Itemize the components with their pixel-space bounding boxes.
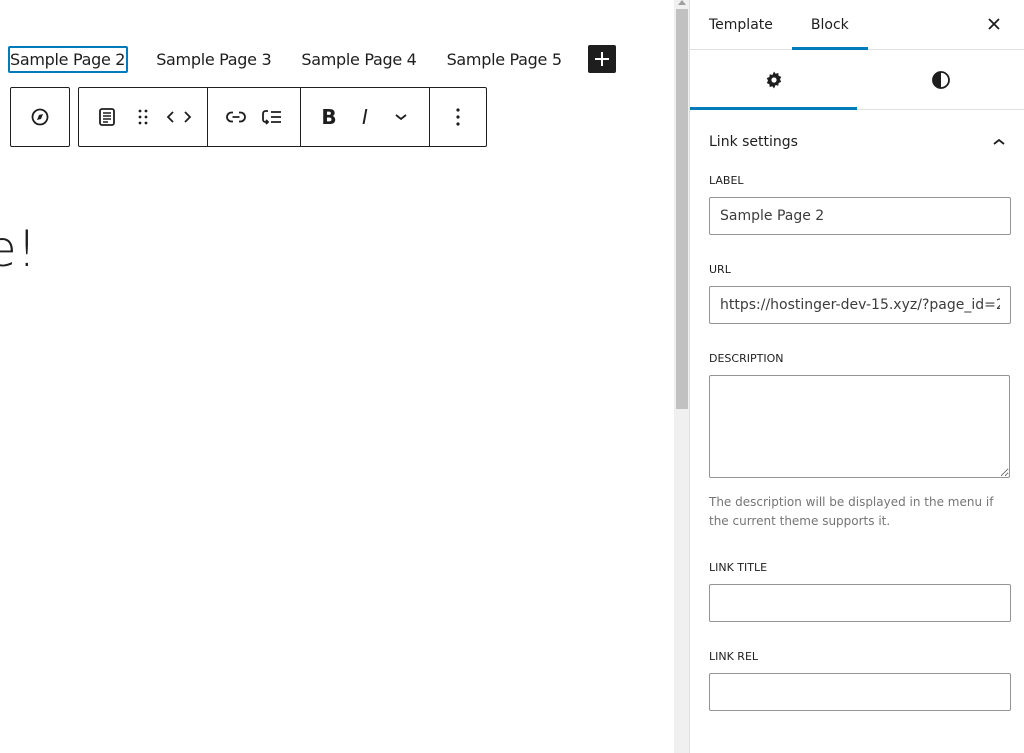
description-help-text: The description will be displayed in the… (709, 495, 994, 529)
link-rel-field-label: LINK REL (709, 650, 759, 664)
plus-icon (594, 52, 609, 66)
compass-icon (31, 108, 49, 126)
description-field-label: DESCRIPTION (709, 352, 784, 365)
toolbar-group-navigation (10, 87, 70, 147)
url-input[interactable] (709, 286, 1011, 324)
label-input[interactable] (709, 197, 1011, 235)
toolbar-section-format: B I (301, 88, 430, 146)
link-settings-toggle[interactable]: Link settings (690, 110, 1024, 174)
scroll-up-arrow-icon[interactable] (678, 0, 686, 5)
italic-button[interactable]: I (347, 99, 383, 135)
toolbar-section-options (430, 88, 486, 146)
toolbar-group-main: B I (78, 87, 487, 147)
canvas-scrollbar[interactable] (674, 0, 690, 753)
italic-icon: I (362, 105, 368, 129)
sidebar-subtabs (690, 50, 1024, 110)
toolbar-section-block (79, 88, 208, 146)
description-field: DESCRIPTION The description will be disp… (709, 352, 1012, 531)
add-block-button[interactable] (587, 45, 616, 73)
label-field: LABEL (709, 174, 1012, 235)
subtab-settings[interactable] (690, 50, 857, 110)
subtab-styles[interactable] (857, 50, 1024, 109)
tab-block[interactable]: Block (791, 0, 868, 50)
chevron-down-icon (395, 114, 407, 121)
nav-item-sample-page-4[interactable]: Sample Page 4 (299, 50, 418, 69)
nav-item-sample-page-2[interactable]: Sample Page 2 (8, 45, 129, 73)
panel-body: LABEL URL DESCRIPTION The description wi… (690, 174, 1024, 712)
link-rel-input[interactable] (709, 673, 1011, 712)
scrollbar-thumb[interactable] (676, 9, 688, 409)
sidebar-tabs: Template Block (690, 0, 1024, 50)
settings-sidebar: Template Block Link settings LABEL Sampl… (690, 0, 1024, 753)
move-button[interactable] (161, 99, 197, 135)
url-field-label: URL (709, 263, 731, 276)
block-type-button[interactable] (89, 99, 125, 135)
link-icon (226, 111, 246, 123)
more-formatting-button[interactable] (383, 99, 419, 135)
toolbar-section-link (208, 88, 301, 146)
tab-template[interactable]: Template (690, 0, 792, 49)
nav-item-sample-page-3[interactable]: Sample Page 3 (154, 50, 273, 69)
navigation-button[interactable] (22, 99, 58, 135)
page-icon (99, 108, 115, 126)
bold-button[interactable]: B (311, 99, 347, 135)
link-button[interactable] (218, 99, 254, 135)
block-toolbar: B I (10, 87, 487, 147)
link-settings-panel: Link settings LABEL URL DESCRIPTION The … (690, 110, 1024, 712)
drag-handle-button[interactable] (125, 99, 161, 135)
add-submenu-icon (262, 110, 281, 125)
link-rel-field: LINK REL (709, 650, 1012, 712)
gear-icon (766, 71, 781, 88)
close-sidebar-button[interactable] (980, 10, 1008, 38)
editor-canvas: Sample Page 2 Sample Page 3 Sample Page … (0, 0, 674, 753)
close-icon (988, 18, 1000, 30)
nav-item-sample-page-5[interactable]: Sample Page 5 (445, 50, 564, 69)
description-textarea[interactable] (709, 375, 1010, 478)
contrast-icon (931, 70, 950, 89)
panel-title: Link settings (709, 134, 798, 150)
navigation-block: Sample Page 2 Sample Page 3 Sample Page … (0, 44, 616, 74)
page-heading-fragment: e! (0, 220, 37, 278)
link-title-field-label: LINK TITLE (709, 561, 768, 575)
link-title-input[interactable] (709, 584, 1011, 623)
more-vertical-icon (456, 108, 460, 126)
label-field-label: LABEL (709, 174, 744, 187)
drag-handle-icon (138, 109, 148, 125)
url-field: URL (709, 263, 1012, 324)
chevrons-left-right-icon (166, 111, 192, 123)
options-button[interactable] (440, 99, 476, 135)
link-title-field: LINK TITLE (709, 561, 1012, 623)
chevron-up-icon (993, 138, 1005, 145)
add-submenu-button[interactable] (254, 99, 290, 135)
bold-icon: B (321, 105, 337, 129)
